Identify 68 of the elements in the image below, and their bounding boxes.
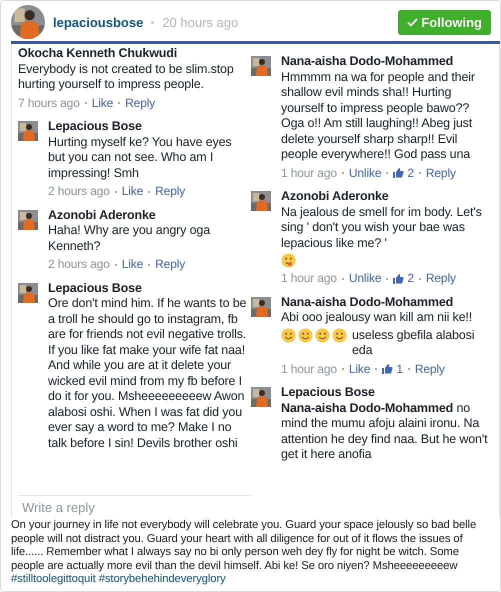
comment-action-link[interactable]: Reply — [426, 271, 456, 286]
following-button[interactable]: Following — [398, 10, 491, 34]
comment-text: Haha! Why are you angry oga Kenneth? — [48, 223, 212, 254]
comment-text: Na jealous de smell for im body. Let's sing ' don't you wish your bae was lepacious like me? ' — [281, 204, 483, 251]
like-count: 2 — [407, 166, 414, 181]
check-icon — [407, 18, 418, 26]
comment-action-link[interactable]: Reply — [155, 184, 186, 200]
separator-dot — [342, 278, 344, 280]
username[interactable]: lepaciousbose — [53, 14, 144, 30]
separator-dot — [151, 20, 154, 24]
comment-time: 7 hours ago — [18, 96, 80, 111]
comment-action-link[interactable]: Reply — [155, 257, 186, 272]
hashtag-link[interactable]: #stilltoolegittoquit #storybehehindeveryglory — [11, 573, 226, 586]
post-time: 20 hours ago — [162, 14, 238, 30]
comment-time: 1 hour ago — [281, 362, 337, 377]
comment-action-link[interactable]: Like — [122, 257, 144, 272]
post-caption: On your journey in life not everybody will celebrate you. Guard your space jelously so bad belle people will not distract you. Guard your heart with all diligence for out of it flows the issues of life...... Remember what I always say no bi only person weh dey fly for night be witch. Some people are actually more evil than the devil himself. Abi ke! Se oro niyen? Msheeeeeeeeew — [11, 519, 478, 573]
emoji-icon — [281, 253, 296, 268]
separator-dot — [342, 172, 344, 174]
comment-action-link[interactable]: Reply — [125, 96, 156, 111]
thumbs-up-icon — [382, 364, 394, 374]
comment-action-link[interactable]: Unlike — [348, 271, 382, 286]
comment-author[interactable]: Nana-aisha Dodo-Mohammed — [281, 54, 493, 70]
comment-time: 1 hour ago — [281, 166, 337, 181]
emoji-icon — [332, 328, 347, 342]
comment-author[interactable]: Lepacious Bose — [48, 119, 251, 134]
separator-dot — [118, 102, 120, 104]
comment-author[interactable]: Azonobi Aderonke — [281, 189, 493, 204]
comment-author[interactable]: Lepacious Bose — [281, 385, 493, 400]
separator-dot — [418, 172, 421, 174]
like-count: 1 — [396, 362, 403, 377]
comment-text: useless gbefila alabosi eda — [352, 328, 476, 358]
separator-dot — [114, 190, 117, 193]
separator-dot — [114, 264, 117, 266]
separator-dot — [386, 278, 388, 280]
comment-time: 2 hours ago — [48, 257, 110, 272]
separator-dot — [148, 190, 150, 193]
separator-dot — [84, 102, 87, 104]
comment-action-link[interactable]: Unlike — [348, 166, 382, 181]
comment-author[interactable]: Lepacious Bose — [48, 280, 251, 296]
separator-dot — [148, 264, 150, 266]
comment-action-link[interactable]: Like — [348, 362, 370, 377]
comment-text: Hmmmm na wa for people and their shallow evil minds sha!! Hurting yourself to impress people bawo?? Oga o!! Am still laughing!! Abeg just delete yourself sharp sharp!! Evil people everywhere!! God pass una — [281, 70, 476, 162]
separator-dot — [418, 278, 421, 280]
comment-time: 1 hour ago — [281, 271, 337, 286]
comment-text: Abi ooo jealousy wan kill am nii ke!! — [281, 310, 474, 326]
comment-text: Nana-aisha Dodo-Mohammed no mind the mumu afoju alaini ironu. Na attention he dey find naa. But he won't get it here anofia — [281, 400, 488, 462]
comment-author[interactable]: Nana-aisha Dodo-Mohammed — [281, 294, 493, 310]
comment-action-link[interactable]: Reply — [414, 362, 445, 377]
comment-text: Everybody is not created to be slim.stop hurting yourself to impress people. — [18, 62, 235, 92]
thumbs-up-icon — [393, 274, 404, 284]
like-count: 2 — [407, 271, 414, 286]
comment-time: 2 hours ago — [48, 184, 110, 200]
emoji-icon — [315, 328, 330, 342]
comment-author[interactable]: Azonobi Aderonke — [48, 208, 251, 223]
comment-action-link[interactable]: Like — [92, 96, 114, 111]
comment-text: Ore don't mind him. If he wants to be a troll he should go to instagram, fb are for friends not evil negative trolls. If you like fat make your wife fat naa! And while you are at it delete your wicked evil mind from my fb before I do it for you. Msheeeeeeeeew Awon alabosi oshi. When I was fat did you ever say a word to me? Make I no talk before I sin! Devils brother oshi — [48, 296, 248, 451]
separator-dot — [408, 368, 410, 370]
comment-action-link[interactable]: Like — [122, 184, 144, 200]
comment-text: Hurting myself ke? You have eyes but you can not see. Who am I impressing! Smh — [48, 134, 233, 181]
separator-dot — [342, 368, 344, 370]
emoji-icon — [298, 328, 313, 342]
thumbs-up-icon — [393, 168, 404, 178]
emoji-icon — [281, 328, 296, 342]
separator-dot — [375, 368, 378, 370]
comment-author[interactable]: Okocha Kenneth Chukwudi — [18, 46, 251, 62]
separator-dot — [386, 172, 388, 174]
comment-action-link[interactable]: Reply — [426, 166, 456, 181]
